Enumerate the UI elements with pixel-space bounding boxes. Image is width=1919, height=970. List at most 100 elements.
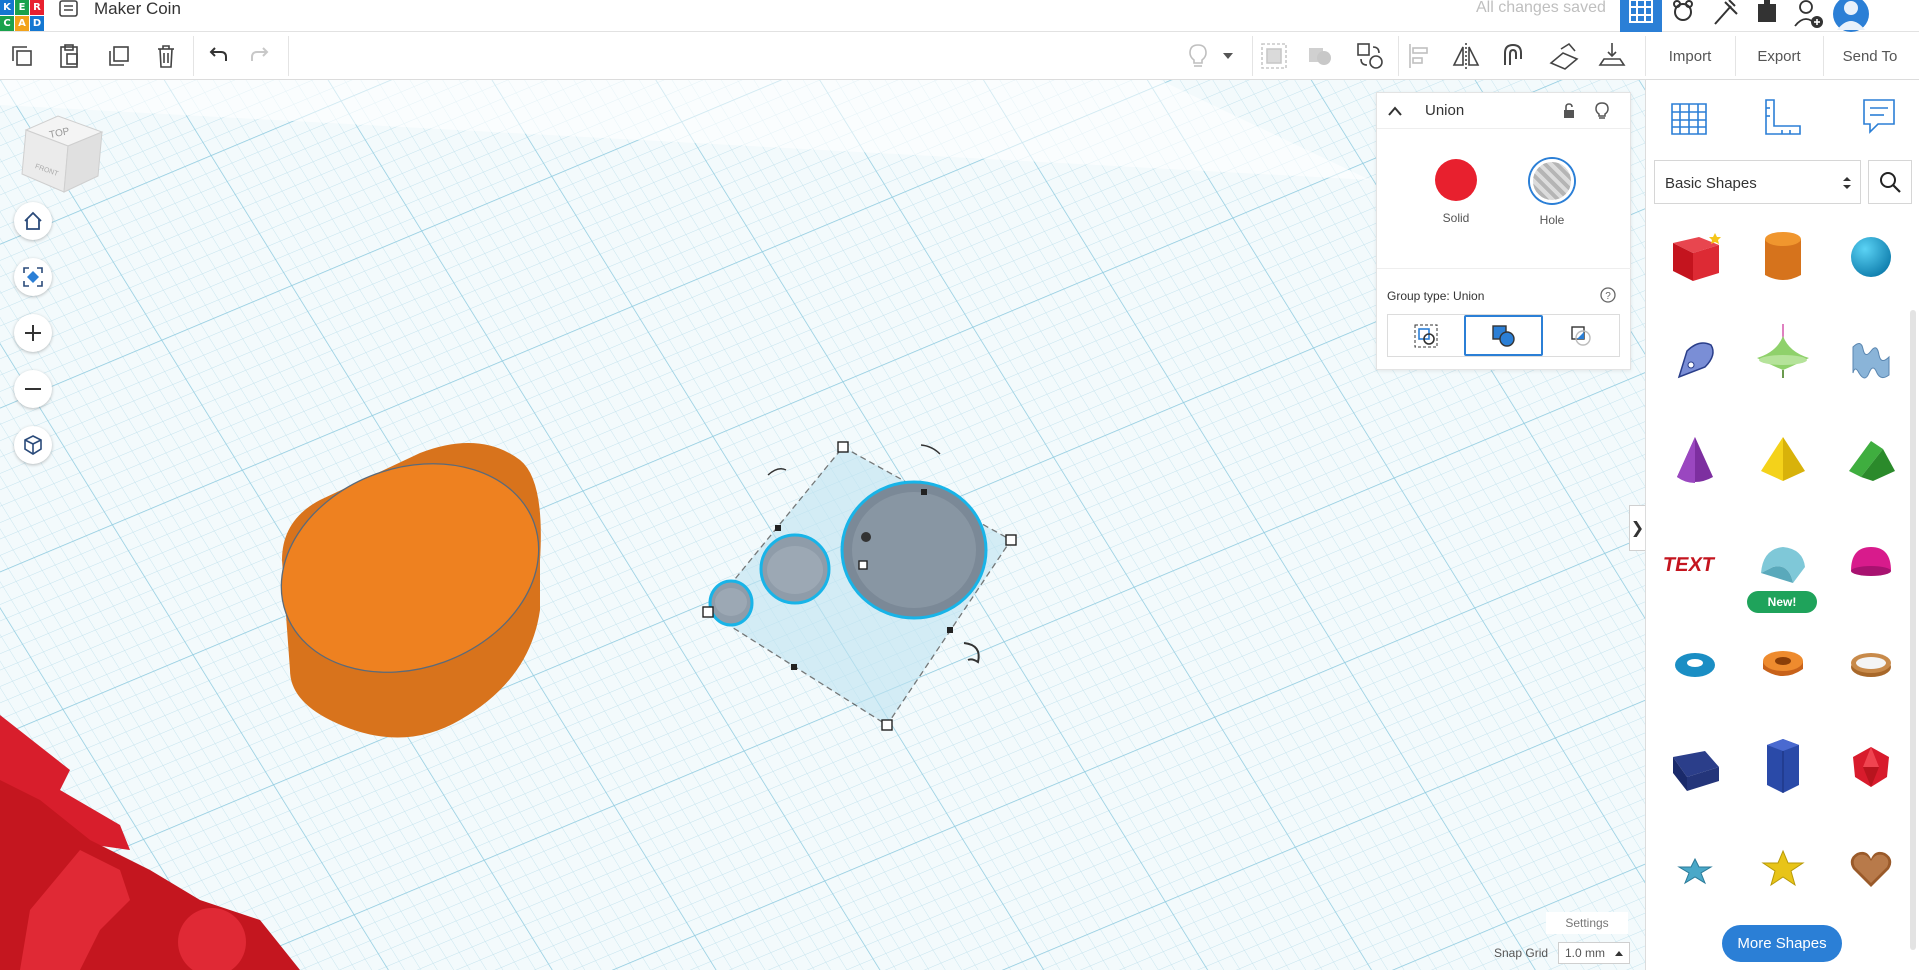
shape-box[interactable] [1654, 212, 1736, 302]
ruler-drop-icon[interactable] [1596, 40, 1628, 72]
project-title[interactable]: Maker Coin [94, 0, 181, 19]
svg-text:?: ? [1605, 291, 1611, 302]
group-type-intersect-button[interactable] [1543, 315, 1619, 356]
shape-star[interactable] [1654, 824, 1736, 914]
zoom-out-button[interactable] [14, 370, 52, 408]
hole-option[interactable]: Hole [1522, 159, 1582, 227]
solid-option[interactable]: Solid [1426, 159, 1486, 225]
cube-icon [24, 435, 42, 455]
save-status: All changes saved [1476, 0, 1606, 16]
flip-select-icon[interactable] [1354, 40, 1386, 72]
notes-tab-icon[interactable] [1856, 94, 1902, 140]
shape-icosahedron[interactable] [1830, 722, 1912, 812]
shapes-scrollbar[interactable] [1910, 310, 1916, 950]
shape-cylinder[interactable] [1742, 212, 1824, 302]
union-icon [1491, 324, 1515, 347]
shape-roof[interactable] [1830, 416, 1912, 506]
solid-swatch[interactable] [1435, 159, 1477, 201]
delete-icon[interactable] [150, 40, 182, 72]
undo-icon[interactable] [200, 40, 232, 72]
logo-letter: K [0, 0, 14, 15]
collapse-icon[interactable] [1387, 105, 1403, 117]
shape-ring[interactable] [1830, 620, 1912, 710]
shape-scribble[interactable] [1654, 314, 1736, 404]
fit-view-button[interactable] [14, 258, 52, 296]
shape-category-select[interactable]: Basic Shapes [1654, 160, 1861, 204]
shape-star-yellow[interactable] [1742, 824, 1824, 914]
fit-view-icon [23, 267, 43, 287]
settings-button[interactable]: Settings [1546, 912, 1628, 934]
toolbar: Import Export Send To [0, 32, 1919, 80]
panel-collapse-arrow[interactable]: ❯ [1629, 505, 1645, 551]
copy-icon[interactable] [6, 40, 38, 72]
export-button[interactable]: Export [1742, 40, 1816, 72]
new-badge: New! [1747, 591, 1817, 613]
shape-tube[interactable] [1742, 620, 1824, 710]
group-type-label: Group type: Union [1387, 289, 1485, 303]
group-icon[interactable] [1258, 40, 1290, 72]
shape-torus[interactable] [1654, 620, 1736, 710]
lightbulb-icon[interactable] [1595, 102, 1609, 120]
tinkercad-logo[interactable]: K E R C A D [0, 0, 44, 31]
shape-heart[interactable] [1830, 824, 1912, 914]
home-icon [24, 211, 42, 230]
shape-generator[interactable] [1830, 314, 1912, 404]
workplane-tab-icon[interactable] [1666, 94, 1712, 140]
zoom-in-button[interactable] [14, 314, 52, 352]
shape-text[interactable]: TEXT [1654, 518, 1736, 608]
lock-icon[interactable] [1562, 103, 1576, 119]
invite-user-icon[interactable] [1788, 0, 1830, 32]
lightbulb-icon[interactable] [1182, 40, 1214, 72]
import-button[interactable]: Import [1652, 40, 1728, 72]
send-to-button[interactable]: Send To [1830, 40, 1910, 72]
group-type-default-button[interactable] [1388, 315, 1464, 356]
snap-grid-label: Snap Grid [1494, 946, 1549, 960]
chevron-down-icon[interactable] [1218, 40, 1238, 72]
shape-inspector: Union Solid Hole Group type: Union ? [1376, 92, 1632, 370]
shape-cone[interactable] [1654, 416, 1736, 506]
logo-letter: C [0, 16, 14, 31]
plus-icon [25, 325, 41, 341]
align-icon[interactable] [1404, 40, 1436, 72]
paste-icon[interactable] [53, 40, 85, 72]
group-type-union-button[interactable] [1463, 315, 1544, 356]
search-icon [1880, 172, 1901, 193]
3d-design-view-icon[interactable] [1620, 0, 1662, 32]
redo-icon[interactable] [246, 40, 278, 72]
view-cube[interactable]: TOP FRONT [18, 112, 108, 202]
design-list-icon[interactable] [58, 0, 80, 18]
inspector-title: Union [1425, 102, 1465, 119]
shape-wedge[interactable] [1654, 722, 1736, 812]
shape-polygon[interactable] [1742, 722, 1824, 812]
hole-label: Hole [1539, 213, 1565, 227]
shape-sphere[interactable] [1830, 212, 1912, 302]
more-shapes-button[interactable]: More Shapes [1722, 925, 1842, 962]
svg-text:TEXT: TEXT [1663, 554, 1717, 576]
intersect-icon [1571, 325, 1591, 346]
workplane-icon[interactable] [1548, 40, 1580, 72]
shape-search-button[interactable] [1868, 160, 1912, 204]
perspective-button[interactable] [14, 426, 52, 464]
shapes-panel: Basic Shapes TEXT New! More Shapes [1645, 80, 1919, 970]
duplicate-icon[interactable] [103, 40, 135, 72]
select-arrows-icon [1843, 177, 1851, 189]
ruler-tab-icon[interactable] [1760, 94, 1806, 140]
solid-label: Solid [1442, 211, 1470, 225]
top-right-icons [1620, 0, 1872, 32]
magnet-icon[interactable] [1496, 40, 1528, 72]
user-avatar[interactable] [1830, 0, 1872, 32]
mirror-icon[interactable] [1450, 40, 1482, 72]
hole-swatch[interactable] [1530, 159, 1574, 203]
blocks-view-icon[interactable] [1662, 0, 1704, 32]
ungroup-icon[interactable] [1304, 40, 1336, 72]
shape-pyramid[interactable] [1742, 416, 1824, 506]
help-icon[interactable]: ? [1600, 287, 1616, 303]
snap-grid-select[interactable]: 1.0 mm [1558, 942, 1630, 964]
shape-half-sphere[interactable] [1830, 518, 1912, 608]
learning-icon[interactable] [1746, 0, 1788, 32]
sim-lab-icon[interactable] [1704, 0, 1746, 32]
minus-icon [25, 388, 41, 390]
chevron-up-icon [1615, 951, 1623, 956]
shape-spinner[interactable] [1742, 314, 1824, 404]
home-view-button[interactable] [14, 202, 52, 240]
